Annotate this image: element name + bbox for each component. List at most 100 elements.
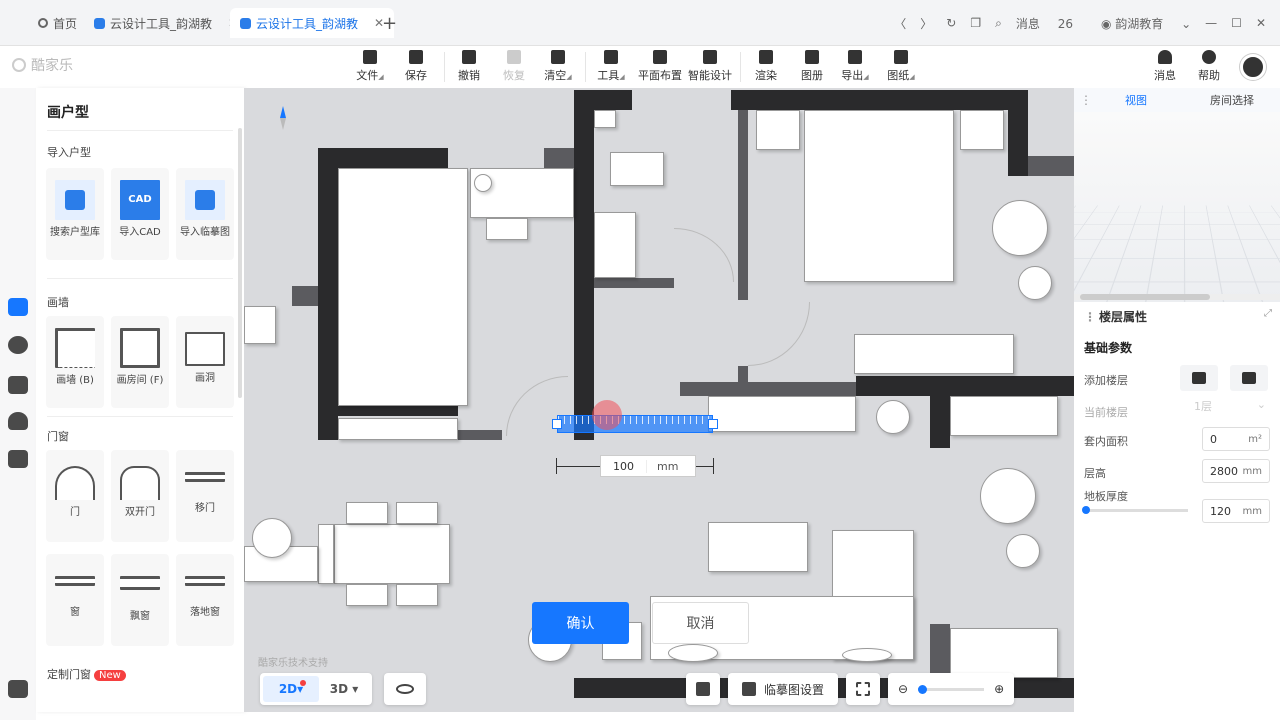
dining-bench[interactable] <box>318 524 334 584</box>
tab-view[interactable]: 视图 <box>1088 92 1184 108</box>
draw-room-button[interactable]: 画房间 (F) <box>111 316 169 408</box>
forward-icon[interactable]: 〉 <box>920 15 932 32</box>
search-icon[interactable]: ⌕ <box>995 16 1002 31</box>
plant[interactable] <box>876 400 910 434</box>
import-cad-button[interactable]: CAD 导入CAD <box>111 168 169 260</box>
visibility-button[interactable] <box>384 673 426 705</box>
export-button[interactable]: 导出◢ <box>832 48 878 83</box>
lightbulb-icon[interactable] <box>8 336 28 354</box>
confirm-button[interactable]: 确认 <box>532 602 629 644</box>
nightstand[interactable] <box>960 110 1004 150</box>
draw-wall-button[interactable]: 画墙 (B) <box>46 316 104 408</box>
cabinet-icon[interactable] <box>8 450 28 468</box>
toilet-bowl[interactable] <box>610 152 664 186</box>
minimize-icon[interactable]: — <box>1205 16 1217 30</box>
dining-chair[interactable] <box>346 584 388 606</box>
bed[interactable] <box>338 168 468 406</box>
zoom-out-icon[interactable]: ⊖ <box>898 682 908 696</box>
inner-area-input[interactable]: 0 m² <box>1202 427 1270 451</box>
cabinet[interactable] <box>854 334 1014 374</box>
view-3d-button[interactable]: 3D ▾ <box>319 682 369 696</box>
floor-height-input[interactable]: 2800 mm <box>1202 459 1270 483</box>
floor-thickness-input[interactable]: 120 mm <box>1202 499 1270 523</box>
expand-icon[interactable]: ⤢ <box>1264 308 1272 319</box>
keyboard-icon[interactable] <box>8 680 28 698</box>
panel-scrollbar[interactable] <box>238 128 242 398</box>
avatar[interactable] <box>1240 54 1266 80</box>
account-menu[interactable]: ◉ 韵湖教育 ⌄ <box>1101 15 1191 32</box>
album-button[interactable]: 图册 <box>789 48 835 83</box>
add-floor-below-button[interactable] <box>1230 365 1268 391</box>
refresh-icon[interactable]: ↻ <box>946 16 956 30</box>
copy-icon[interactable]: ❐ <box>970 16 981 30</box>
tools-button[interactable]: 工具◢ <box>588 48 634 83</box>
floorplan-canvas[interactable]: 100 mm 确认 取消 酷家乐技术支持 2D ▾ 3D ▾ 临摹图设置 ⊖ ⊕ <box>244 88 1074 712</box>
cancel-button[interactable]: 取消 <box>652 602 749 644</box>
window-button[interactable]: 窗 <box>46 554 104 646</box>
dimension-input[interactable]: 100 mm <box>600 455 696 477</box>
toilet[interactable] <box>594 110 616 128</box>
wardrobe[interactable] <box>338 418 458 440</box>
file-button[interactable]: 文件◢ <box>347 48 393 83</box>
current-floor-select[interactable]: 1层 ⌄ <box>1192 398 1270 420</box>
coffee-table[interactable] <box>708 522 808 572</box>
tv-cabinet[interactable] <box>708 396 856 432</box>
dining-chair[interactable] <box>396 584 438 606</box>
preview-scrollbar[interactable] <box>1074 294 1280 300</box>
notifications-button[interactable]: 消息 <box>1142 48 1188 83</box>
tab-design-tool-2[interactable]: 云设计工具_韵湖教 ✕ <box>230 8 394 38</box>
3d-preview[interactable] <box>1074 112 1280 302</box>
clear-button[interactable]: 清空◢ <box>535 48 581 83</box>
round-chair[interactable] <box>992 200 1048 256</box>
chair[interactable] <box>486 218 528 240</box>
balcony-cabinet[interactable] <box>950 628 1058 678</box>
dimension-value[interactable]: 100 <box>601 460 647 473</box>
fit-view-button[interactable] <box>846 673 880 705</box>
render-button[interactable]: 渲染 <box>743 48 789 83</box>
draw-opening-button[interactable]: 画洞 <box>176 316 234 408</box>
drag-handle-icon[interactable]: ⋮ <box>1074 93 1088 107</box>
lock-button[interactable] <box>686 673 720 705</box>
back-icon[interactable]: 〈 <box>894 15 906 32</box>
view-2d-button[interactable]: 2D ▾ <box>263 676 319 702</box>
resize-handle-right[interactable] <box>708 419 718 429</box>
close-window-icon[interactable]: ✕ <box>1256 16 1266 30</box>
double-bed[interactable] <box>804 110 954 282</box>
round-table[interactable] <box>980 468 1036 524</box>
wall-measure-bar[interactable] <box>557 415 713 433</box>
sliding-door-button[interactable]: 移门 <box>176 450 234 542</box>
redo-button[interactable]: 恢复 <box>491 48 537 83</box>
add-floor-above-button[interactable] <box>1180 365 1218 391</box>
floor-thickness-slider[interactable] <box>1084 509 1188 512</box>
zoom-in-icon[interactable]: ⊕ <box>994 682 1004 696</box>
messages-link[interactable]: 消息 26 <box>1016 15 1087 32</box>
import-trace-button[interactable]: 导入临摹图 <box>176 168 234 260</box>
double-door-button[interactable]: 双开门 <box>111 450 169 542</box>
tab-room-select[interactable]: 房间选择 <box>1184 92 1280 108</box>
trace-settings-button[interactable]: 临摹图设置 <box>728 673 838 705</box>
help-button[interactable]: 帮助 <box>1186 48 1232 83</box>
maximize-icon[interactable]: ☐ <box>1231 16 1242 30</box>
bay-window-button[interactable]: 飘窗 <box>111 554 169 646</box>
sofa-icon[interactable] <box>8 376 28 394</box>
user-icon[interactable] <box>8 412 28 430</box>
french-window-button[interactable]: 落地窗 <box>176 554 234 646</box>
search-floorplan-button[interactable]: 搜索户型库 <box>46 168 104 260</box>
dining-chair[interactable] <box>346 502 388 524</box>
dining-table[interactable] <box>334 524 450 584</box>
sink-cabinet[interactable] <box>244 306 276 344</box>
lamp[interactable] <box>474 174 492 192</box>
side-table[interactable] <box>1018 266 1052 300</box>
tab-design-tool-1[interactable]: 云设计工具_韵湖教 ✕ <box>84 8 248 38</box>
floorplan-icon[interactable] <box>8 298 28 316</box>
shoe-cabinet[interactable] <box>950 396 1058 436</box>
stool[interactable] <box>1006 534 1040 568</box>
door-button[interactable]: 门 <box>46 450 104 542</box>
undo-button[interactable]: 撤销 <box>446 48 492 83</box>
move-cursor-icon[interactable] <box>592 400 622 430</box>
dining-chair[interactable] <box>396 502 438 524</box>
tab-home[interactable]: 首页 <box>28 8 87 38</box>
layout-button[interactable]: 平面布置 <box>636 48 684 83</box>
nightstand[interactable] <box>756 110 800 150</box>
save-button[interactable]: 保存 <box>393 48 439 83</box>
